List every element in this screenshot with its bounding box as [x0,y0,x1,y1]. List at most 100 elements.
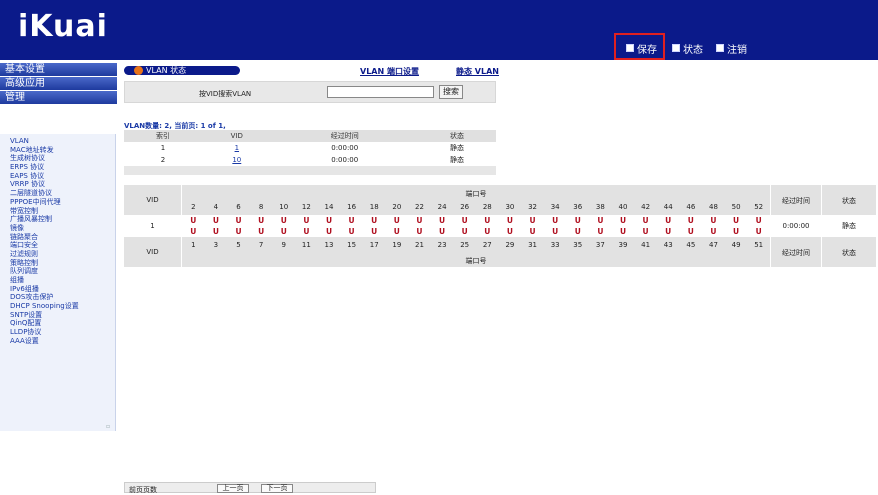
row-vid[interactable]: 10 [202,154,272,166]
status-link[interactable]: 状态 [672,38,703,58]
sidebar-item[interactable]: QinQ配置 [0,319,115,328]
port-mark-odd[interactable]: U [453,227,476,236]
logout-link[interactable]: 注销 [716,38,747,58]
port-mark-even[interactable]: U [725,216,748,225]
port-mark-odd[interactable]: U [747,227,770,236]
sidebar-item[interactable]: 带宽控制 [0,207,115,216]
vid-link[interactable]: 1 [235,144,239,152]
port-mark-odd[interactable]: U [725,227,748,236]
port-mark-even[interactable]: U [612,216,635,225]
port-mark-even[interactable]: U [702,216,725,225]
logout-label[interactable]: 注销 [727,41,747,56]
port-number-even: 18 [369,203,379,211]
sidebar-item[interactable]: 镜像 [0,224,115,233]
port-number-odd: 41 [641,241,651,249]
port-mark-odd[interactable]: U [340,227,363,236]
port-mark-even[interactable]: U [182,216,205,225]
sidebar-item[interactable]: DOS攻击保护 [0,293,115,302]
port-mark-even[interactable]: U [657,216,680,225]
port-number-even: 46 [686,203,696,211]
state-column: 状态 静态 状态 [822,185,876,267]
port-mark-even[interactable]: U [431,216,454,225]
port-mark-even[interactable]: U [318,216,341,225]
row-vid[interactable]: 1 [202,142,272,154]
port-mark-even[interactable]: U [386,216,409,225]
port-mark-even[interactable]: U [589,216,612,225]
port-mark-even[interactable]: U [521,216,544,225]
port-mark-odd[interactable]: U [295,227,318,236]
prev-page-button[interactable]: 上一页 [217,484,249,493]
port-mark-odd[interactable]: U [680,227,703,236]
port-mark-even[interactable]: U [363,216,386,225]
port-mark-even[interactable]: U [227,216,250,225]
static-vlan-link[interactable]: 静态 VLAN [456,66,499,77]
port-mark-odd[interactable]: U [476,227,499,236]
sidebar-item[interactable]: 生成树协议 [0,154,115,163]
port-number-even: 34 [550,203,560,211]
sidebar-item[interactable]: DHCP Snooping设置 [0,302,115,311]
port-mark-even[interactable]: U [340,216,363,225]
category-basic-settings[interactable]: 基本设置 [0,63,117,77]
port-mark-even[interactable]: U [272,216,295,225]
sidebar-item[interactable]: 过滤规则 [0,250,115,259]
port-mark-odd[interactable]: U [227,227,250,236]
next-page-button[interactable]: 下一页 [261,484,293,493]
port-mark-odd[interactable]: U [634,227,657,236]
port-mark-odd[interactable]: U [386,227,409,236]
port-mark-even[interactable]: U [453,216,476,225]
port-mark-odd[interactable]: U [318,227,341,236]
vlan-port-settings-link[interactable]: VLAN 端口设置 [360,66,419,77]
port-mark-even[interactable]: U [408,216,431,225]
port-mark-odd[interactable]: U [182,227,205,236]
search-button[interactable]: 搜索 [439,85,463,99]
port-mark-even[interactable]: U [295,216,318,225]
port-mark-odd[interactable]: U [250,227,273,236]
port-mark-odd[interactable]: U [499,227,522,236]
sidebar-item[interactable]: VRRP 协议 [0,180,115,189]
sidebar-item[interactable]: PPPOE中间代理 [0,198,115,207]
row-index: 2 [160,156,166,164]
port-mark-odd[interactable]: U [363,227,386,236]
port-mark-odd[interactable]: U [657,227,680,236]
category-advanced[interactable]: 高级应用 [0,77,117,91]
sidebar-item[interactable]: 组播 [0,276,115,285]
port-mark-odd[interactable]: U [566,227,589,236]
port-mark-odd[interactable]: U [272,227,295,236]
sidebar-item[interactable]: SNTP设置 [0,311,115,320]
port-mark-odd[interactable]: U [544,227,567,236]
port-mark-odd[interactable]: U [431,227,454,236]
sidebar-item[interactable]: 队列调度 [0,267,115,276]
port-mark-even[interactable]: U [566,216,589,225]
sidebar-item[interactable]: AAA设置 [0,337,115,346]
port-mark-odd[interactable]: U [612,227,635,236]
port-mark-even[interactable]: U [634,216,657,225]
port-mark-even[interactable]: U [476,216,499,225]
port-number-even: 32 [528,203,537,211]
sidebar-item[interactable]: 二层隧道协议 [0,189,115,198]
port-mark-even[interactable]: U [499,216,522,225]
sidebar-item[interactable]: 策略控制 [0,259,115,268]
vid-search-input[interactable] [327,86,434,98]
port-mark-odd[interactable]: U [408,227,431,236]
sidebar-item[interactable]: LLDP协议 [0,328,115,337]
sidebar-item[interactable]: 广播风暴控制 [0,215,115,224]
port-mark-even[interactable]: U [680,216,703,225]
port-mark-even[interactable]: U [250,216,273,225]
port-mark-even[interactable]: U [747,216,770,225]
port-mark-odd[interactable]: U [521,227,544,236]
port-mark-odd[interactable]: U [702,227,725,236]
sidebar-item[interactable]: 链路聚合 [0,233,115,242]
port-number-even: 4 [213,203,219,211]
sidebar-item[interactable]: VLAN [0,137,115,146]
sidebar-item[interactable]: ERPS 协议 [0,163,115,172]
port-mark-odd[interactable]: U [589,227,612,236]
state-header-bottom: 状态 [842,249,856,257]
time-header-bottom: 经过时间 [782,249,810,257]
category-management[interactable]: 管理 [0,91,117,105]
status-label[interactable]: 状态 [683,41,703,56]
port-mark-even[interactable]: U [205,216,228,225]
port-mark-odd[interactable]: U [205,227,228,236]
port-mark-even[interactable]: U [544,216,567,225]
vid-link[interactable]: 10 [232,156,241,164]
sidebar-item[interactable]: 端口安全 [0,241,115,250]
